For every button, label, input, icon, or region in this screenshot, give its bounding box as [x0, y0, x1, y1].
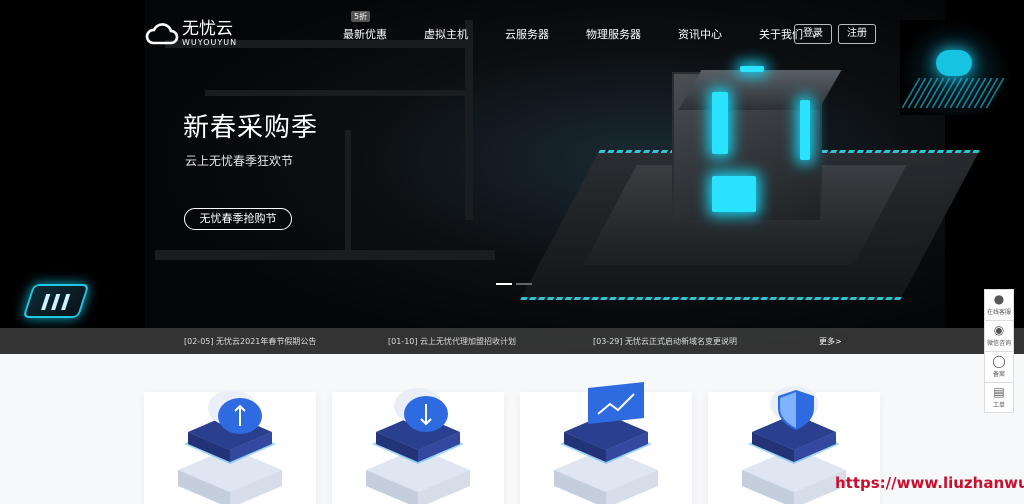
cube-glow-top — [740, 66, 764, 72]
cloud-logo-icon — [145, 23, 179, 45]
slider-dot-1[interactable] — [496, 283, 512, 285]
side-item-wechat[interactable]: ◉ 微信咨询 — [984, 320, 1014, 351]
product-card[interactable] — [332, 388, 504, 504]
logo-name-en: WUYOUYUN — [182, 38, 238, 47]
side-item-label: 备案 — [992, 371, 1005, 378]
logo-name-cn: 无忧云 — [182, 19, 233, 39]
nav-item-label: 虚拟主机 — [424, 28, 468, 41]
side-item-record[interactable]: ◯ 备案 — [984, 351, 1014, 382]
nav-item-label: 资讯中心 — [678, 28, 722, 41]
discount-badge: 5折 — [351, 11, 371, 22]
chart-server-icon — [554, 382, 658, 504]
hero-title: 新春采购季 — [183, 113, 319, 143]
processor-cube-top — [678, 70, 842, 110]
news-item[interactable]: [01-10] 云上无忧代理加盟招收计划 — [388, 336, 516, 347]
news-item[interactable]: [02-05] 无忧云2021年春节假期公告 — [184, 336, 316, 347]
hero-subtitle: 云上无忧春季狂欢节 — [185, 154, 294, 168]
logo[interactable]: 无忧云 WUYOUYUN — [144, 20, 237, 48]
floating-badge-icon — [22, 284, 90, 318]
hero-cta-button[interactable]: 无忧春季抢购节 — [184, 208, 292, 230]
register-button[interactable]: 注册 — [838, 24, 876, 44]
side-toolbar: ● 在线客服 ◉ 微信咨询 ◯ 备案 ▤ 工单 — [984, 289, 1014, 413]
cube-glow-bottom — [712, 176, 756, 212]
side-item-ticket[interactable]: ▤ 工单 — [984, 382, 1014, 413]
news-more-link[interactable]: 更多> — [819, 336, 842, 347]
cloud-server-upload-icon — [178, 390, 282, 504]
slider-dots — [496, 283, 532, 285]
wechat-icon: ◉ — [993, 323, 1005, 337]
news-item[interactable]: [03-29] 无忧云正式启动新域名变更说明 — [593, 336, 737, 347]
nav-item-physical-server[interactable]: 物理服务器 — [586, 26, 641, 42]
qq-icon: ● — [993, 292, 1005, 306]
nav-item-label: 物理服务器 — [586, 28, 641, 41]
side-item-label: 工单 — [992, 402, 1005, 409]
nav-item-promotions[interactable]: 5折 最新优惠 — [343, 11, 387, 42]
nav-item-label: 云服务器 — [505, 28, 549, 41]
news-ticker: [02-05] 无忧云2021年春节假期公告 [01-10] 云上无忧代理加盟招… — [0, 328, 1024, 354]
side-item-label: 在线客服 — [986, 309, 1011, 316]
cloud-server-download-icon — [366, 388, 470, 504]
nav-item-label: 最新优惠 — [343, 28, 387, 41]
product-card[interactable] — [144, 390, 316, 504]
slider-dot-2[interactable] — [516, 283, 532, 285]
watermark: https://www.liuzhanwu.cn — [835, 474, 1024, 492]
nav-item-virtual-host[interactable]: 虚拟主机 — [424, 26, 468, 42]
nav-item-news[interactable]: 资讯中心 — [678, 26, 722, 42]
main-menu: 5折 最新优惠 虚拟主机 云服务器 物理服务器 资讯中心 关于我们 ∨ — [343, 11, 855, 42]
shield-icon: ◯ — [992, 354, 1006, 368]
nav-item-cloud-server[interactable]: 云服务器 — [505, 26, 549, 42]
cube-glow-right — [800, 100, 810, 160]
side-item-online-service[interactable]: ● 在线客服 — [984, 289, 1014, 320]
ticket-icon: ▤ — [993, 385, 1005, 399]
cube-glow-left — [712, 92, 728, 154]
product-card[interactable] — [520, 382, 692, 504]
side-item-label: 微信咨询 — [986, 340, 1011, 347]
top-navbar: 无忧云 WUYOUYUN 5折 最新优惠 虚拟主机 云服务器 物理服务器 资讯中… — [0, 0, 1024, 66]
login-button[interactable]: 登录 — [794, 24, 832, 44]
